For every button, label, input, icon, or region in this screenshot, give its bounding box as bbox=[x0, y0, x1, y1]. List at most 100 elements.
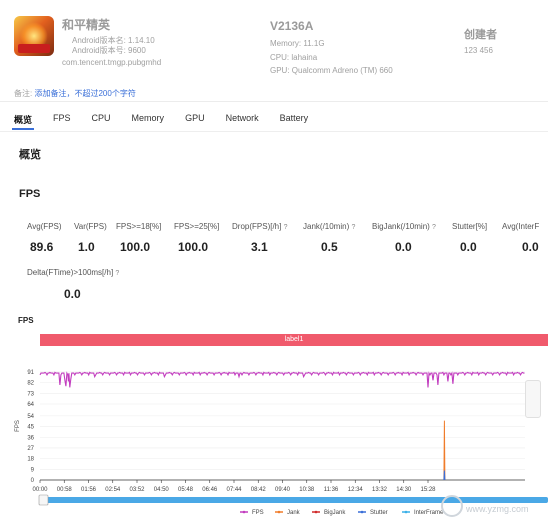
app-name: 和平精英 bbox=[62, 18, 111, 32]
x-tick-label: 05:48 bbox=[178, 487, 194, 493]
series-line-stutter bbox=[443, 470, 446, 481]
metric-jank-label: Jank(/10min) ? bbox=[303, 222, 355, 231]
x-tick-label: 00:58 bbox=[57, 487, 73, 493]
metric-var-fps-label: Var(FPS) bbox=[74, 222, 107, 231]
tab-fps[interactable]: FPS bbox=[53, 113, 71, 126]
header-divider bbox=[0, 101, 548, 102]
chart-label-band[interactable]: label1 bbox=[40, 334, 548, 346]
help-icon[interactable]: ? bbox=[115, 270, 119, 277]
x-tick-label: 07:44 bbox=[226, 487, 242, 493]
metric-jank-value: 0.5 bbox=[321, 240, 338, 254]
x-tick-label: 14:30 bbox=[396, 487, 412, 493]
x-tick-label: 08:42 bbox=[251, 487, 267, 493]
note-label: 备注: bbox=[14, 89, 33, 98]
metric-avg-interframe-label: Avg(InterF bbox=[502, 222, 540, 231]
note-row: 备注: 添加备注，不超过200个字符 bbox=[14, 88, 136, 99]
x-tick-label: 03:52 bbox=[129, 487, 145, 493]
active-tab-indicator bbox=[12, 128, 34, 130]
tab-battery[interactable]: Battery bbox=[280, 113, 309, 126]
legend-marker bbox=[314, 510, 318, 514]
metric-fps25-value: 100.0 bbox=[178, 240, 209, 254]
metric-avg-interframe-value: 0.0 bbox=[522, 240, 539, 254]
y-tick-label: 64 bbox=[27, 402, 34, 408]
x-tick-label: 11:36 bbox=[324, 487, 339, 493]
y-tick-label: 18 bbox=[27, 457, 34, 463]
x-tick-label: 02:54 bbox=[105, 487, 121, 493]
watermark: www.yzmg.com bbox=[430, 490, 548, 520]
add-note-link[interactable]: 添加备注，不超过200个字符 bbox=[34, 89, 135, 98]
tab-bar: 概览 FPS CPU Memory GPU Network Battery bbox=[14, 113, 329, 126]
tabs-divider bbox=[0, 131, 548, 132]
legend-marker bbox=[242, 510, 246, 514]
y-axis-label: FPS bbox=[15, 420, 21, 432]
app-icon bbox=[14, 16, 54, 56]
metric-delta-ftime-text: Delta(FTime)>100ms[/h] bbox=[27, 268, 114, 277]
x-tick-label: 04:50 bbox=[154, 487, 170, 493]
series-line-fps bbox=[39, 371, 525, 388]
chart-grid bbox=[40, 371, 525, 481]
metric-stutter-label: Stutter[%] bbox=[452, 222, 488, 231]
page-title: 概览 bbox=[19, 149, 41, 161]
side-drag-handle[interactable] bbox=[525, 380, 541, 418]
metric-avg-fps-label: Avg(FPS) bbox=[27, 222, 62, 231]
metric-delta-ftime-value: 0.0 bbox=[64, 287, 81, 301]
chart-scroll-handle[interactable] bbox=[38, 494, 49, 506]
metric-fps18-label: FPS>=18[%] bbox=[116, 222, 162, 231]
x-tick-label: 01:56 bbox=[81, 487, 97, 493]
fps-section-title: FPS bbox=[19, 188, 41, 200]
metric-drop-value: 3.1 bbox=[251, 240, 268, 254]
metric-avg-fps-value: 89.6 bbox=[30, 240, 54, 254]
legend-marker bbox=[404, 510, 408, 514]
tab-cpu[interactable]: CPU bbox=[92, 113, 111, 126]
device-cpu: CPU: lahaina bbox=[270, 53, 318, 62]
tab-overview[interactable]: 概览 bbox=[14, 113, 32, 126]
tab-gpu[interactable]: GPU bbox=[185, 113, 205, 126]
y-axis-ticks: 0 9 18 27 36 45 54 64 73 82 91 bbox=[27, 370, 34, 484]
device-name: V2136A bbox=[270, 19, 314, 33]
legend-item-jank[interactable]: Jank bbox=[287, 510, 301, 516]
help-icon[interactable]: ? bbox=[432, 224, 436, 231]
x-tick-label: 12:34 bbox=[348, 487, 364, 493]
y-tick-label: 91 bbox=[27, 370, 34, 376]
x-tick-label: 00:00 bbox=[32, 487, 48, 493]
y-tick-label: 82 bbox=[27, 381, 34, 387]
metric-fps18-value: 100.0 bbox=[120, 240, 151, 254]
chart-title: FPS bbox=[18, 316, 34, 325]
y-tick-label: 0 bbox=[31, 478, 35, 484]
app-package: com.tencent.tmgp.pubgmhd bbox=[62, 58, 162, 67]
tab-memory[interactable]: Memory bbox=[132, 113, 165, 126]
metric-bigjank-text: BigJank(/10min) bbox=[372, 222, 430, 231]
legend-marker bbox=[277, 510, 281, 514]
device-memory: Memory: 11.1G bbox=[270, 39, 325, 48]
tab-network[interactable]: Network bbox=[226, 113, 259, 126]
metric-bigjank-label: BigJank(/10min) ? bbox=[372, 222, 436, 231]
metric-drop-label: Drop(FPS)[/h] ? bbox=[232, 222, 287, 231]
y-tick-label: 73 bbox=[27, 391, 34, 397]
x-tick-label: 13:32 bbox=[372, 487, 388, 493]
x-tick-label: 06:46 bbox=[202, 487, 218, 493]
legend-item-stutter[interactable]: Stutter bbox=[370, 510, 388, 516]
x-tick-label: 10:38 bbox=[299, 487, 315, 493]
metric-var-fps-value: 1.0 bbox=[78, 240, 95, 254]
help-icon[interactable]: ? bbox=[351, 224, 355, 231]
y-tick-label: 45 bbox=[27, 425, 34, 431]
metric-bigjank-value: 0.0 bbox=[395, 240, 412, 254]
legend-item-fps[interactable]: FPS bbox=[252, 510, 264, 516]
app-version-code: Android版本号: 9600 bbox=[72, 46, 146, 55]
y-tick-label: 27 bbox=[27, 446, 34, 452]
metric-drop-text: Drop(FPS)[/h] bbox=[232, 222, 282, 231]
app-icon-badge bbox=[18, 44, 50, 53]
watermark-text: www.yzmg.com bbox=[465, 504, 529, 514]
device-gpu: GPU: Qualcomm Adreno (TM) 660 bbox=[270, 66, 393, 75]
legend-item-bigjank[interactable]: BigJank bbox=[324, 510, 346, 516]
chart-legend: FPS Jank BigJank Stutter InterFrame bbox=[240, 510, 444, 516]
metric-stutter-value: 0.0 bbox=[460, 240, 477, 254]
watermark-logo: www.yzmg.com bbox=[441, 495, 529, 517]
x-axis-ticks: 00:00 00:58 01:56 02:54 03:52 04:50 05:48 06:46… bbox=[32, 480, 436, 493]
creator-label: 创建者 bbox=[464, 29, 497, 41]
y-tick-label: 9 bbox=[31, 467, 35, 473]
help-icon[interactable]: ? bbox=[284, 224, 288, 231]
metric-jank-text: Jank(/10min) bbox=[303, 222, 350, 231]
metric-fps25-label: FPS>=25[%] bbox=[174, 222, 220, 231]
y-tick-label: 36 bbox=[27, 435, 34, 441]
